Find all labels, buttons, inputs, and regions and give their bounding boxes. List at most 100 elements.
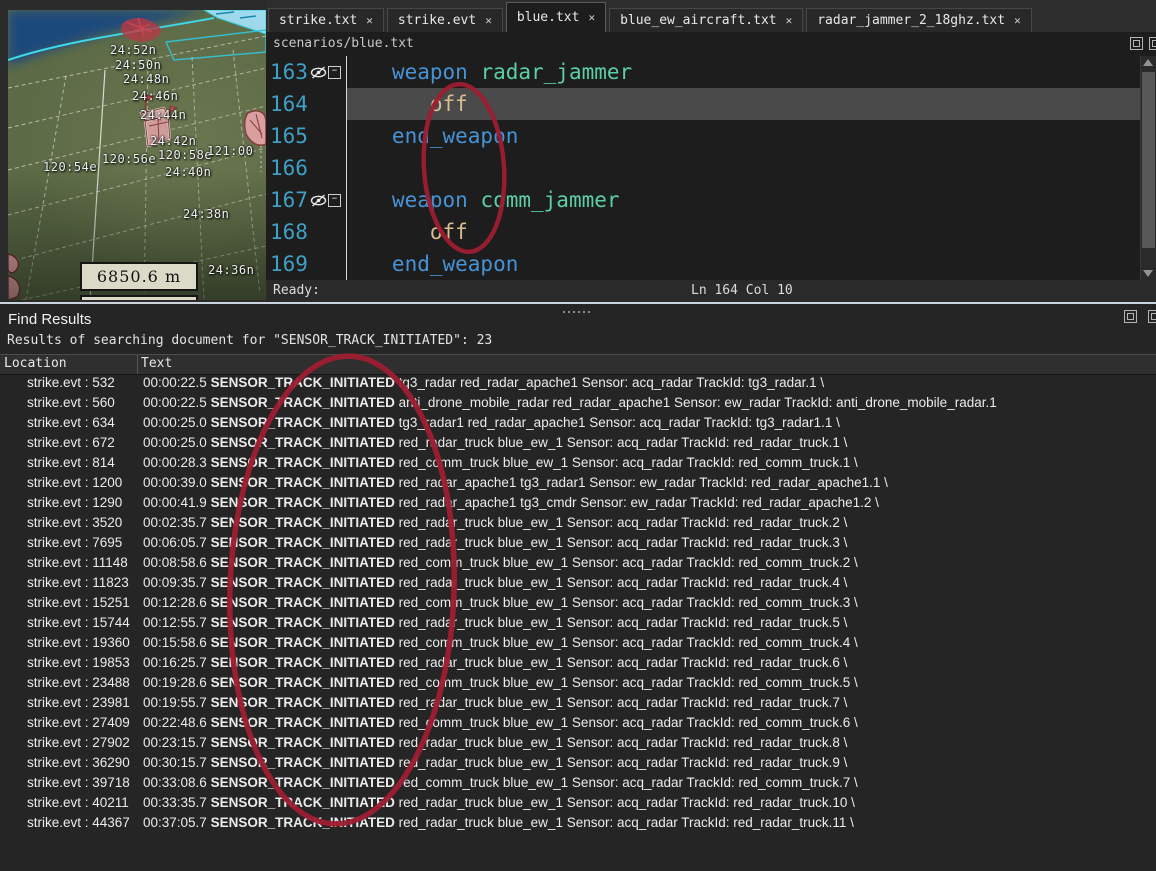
column-header-text[interactable]: Text [141, 355, 172, 373]
result-row[interactable]: strike.evt : 129000:00:41.9 SENSOR_TRACK… [0, 495, 1156, 515]
scrollbar-up-icon[interactable] [1143, 59, 1153, 66]
code-text: off [346, 216, 1140, 248]
result-row[interactable]: strike.evt : 63400:00:25.0 SENSOR_TRACK_… [0, 415, 1156, 435]
editor-scrollbar[interactable] [1140, 56, 1156, 280]
result-row[interactable]: strike.evt : 1985300:16:25.7 SENSOR_TRAC… [0, 655, 1156, 675]
tab-label: strike.evt [398, 13, 476, 28]
result-text: 00:08:58.6 SENSOR_TRACK_INITIATED red_co… [137, 555, 1156, 575]
find-results-panel: Find Results Results of searching docume… [0, 304, 1156, 871]
column-header-location[interactable]: Location [4, 355, 67, 373]
editor-pane: strike.txt✕strike.evt✕blue.txt✕blue_ew_a… [266, 0, 1156, 302]
result-location: strike.evt : 39718 [0, 775, 137, 795]
code-line-163[interactable]: 163− weapon radar_jammer [266, 56, 1156, 88]
result-text: 00:00:22.5 SENSOR_TRACK_INITIATED tg3_ra… [137, 375, 1156, 395]
eye-slash-icon[interactable] [310, 194, 327, 207]
code-text: end_weapon [346, 248, 1140, 280]
tab-blue-txt[interactable]: blue.txt✕ [506, 2, 606, 32]
result-row[interactable]: strike.evt : 67200:00:25.0 SENSOR_TRACK_… [0, 435, 1156, 455]
grid-label: 120:54e [43, 160, 97, 174]
close-icon[interactable] [1148, 310, 1156, 323]
result-row[interactable]: strike.evt : 2398100:19:55.7 SENSOR_TRAC… [0, 695, 1156, 715]
result-row[interactable]: strike.evt : 81400:00:28.3 SENSOR_TRACK_… [0, 455, 1156, 475]
tab-close-icon[interactable]: ✕ [366, 14, 373, 27]
result-location: strike.evt : 23488 [0, 675, 137, 695]
result-row[interactable]: strike.evt : 4021100:33:35.7 SENSOR_TRAC… [0, 795, 1156, 815]
result-text: 00:00:41.9 SENSOR_TRACK_INITIATED red_ra… [137, 495, 1156, 515]
result-row[interactable]: strike.evt : 1574400:12:55.7 SENSOR_TRAC… [0, 615, 1156, 635]
line-number: 165 [266, 124, 308, 148]
line-number: 164 [266, 92, 308, 116]
map-3d-view[interactable]: 24:52n24:50n24:48n24:46n24:44n24:42n24:4… [8, 10, 266, 300]
tab-close-icon[interactable]: ✕ [786, 14, 793, 27]
result-text: 00:00:25.0 SENSOR_TRACK_INITIATED red_ra… [137, 435, 1156, 455]
code-line-166[interactable]: 166 [266, 152, 1156, 184]
grid-label: 24:36n [208, 263, 254, 277]
close-icon[interactable] [1149, 37, 1156, 50]
result-text: 00:33:08.6 SENSOR_TRACK_INITIATED red_co… [137, 775, 1156, 795]
result-location: strike.evt : 814 [0, 455, 137, 475]
find-results-summary: Results of searching document for "SENSO… [7, 333, 492, 348]
result-row[interactable]: strike.evt : 352000:02:35.7 SENSOR_TRACK… [0, 515, 1156, 535]
result-location: strike.evt : 27409 [0, 715, 137, 735]
tab-close-icon[interactable]: ✕ [588, 11, 595, 24]
result-location: strike.evt : 1200 [0, 475, 137, 495]
result-row[interactable]: strike.evt : 1525100:12:28.6 SENSOR_TRAC… [0, 595, 1156, 615]
result-location: strike.evt : 532 [0, 375, 137, 395]
result-location: strike.evt : 3520 [0, 515, 137, 535]
grid-label: 24:42n [150, 134, 196, 148]
undock-icon[interactable] [1130, 37, 1143, 50]
tab-radar-jammer-2-18ghz-txt[interactable]: radar_jammer_2_18ghz.txt✕ [806, 8, 1031, 32]
result-row[interactable]: strike.evt : 1936000:15:58.6 SENSOR_TRAC… [0, 635, 1156, 655]
code-line-165[interactable]: 165 end_weapon [266, 120, 1156, 152]
result-row[interactable]: strike.evt : 4436700:37:05.7 SENSOR_TRAC… [0, 815, 1156, 835]
grid-label: 24:44n [140, 108, 186, 122]
result-row[interactable]: strike.evt : 3971800:33:08.6 SENSOR_TRAC… [0, 775, 1156, 795]
scrollbar-down-icon[interactable] [1143, 270, 1153, 277]
editor-tabs: strike.txt✕strike.evt✕blue.txt✕blue_ew_a… [266, 0, 1156, 32]
result-text: 00:37:05.7 SENSOR_TRACK_INITIATED red_ra… [137, 815, 1156, 835]
fold-collapse-icon[interactable]: − [328, 194, 341, 207]
result-row[interactable]: strike.evt : 1114800:08:58.6 SENSOR_TRAC… [0, 555, 1156, 575]
map-scale-box: 6850.6 m [80, 262, 198, 291]
code-line-167[interactable]: 167− weapon comm_jammer [266, 184, 1156, 216]
grid-label: 24:46n [132, 89, 178, 103]
result-row[interactable]: strike.evt : 769500:06:05.7 SENSOR_TRACK… [0, 535, 1156, 555]
breadcrumb: scenarios/blue.txt [273, 36, 414, 51]
grid-label: 24:38n [183, 207, 229, 221]
breadcrumb-bar: scenarios/blue.txt [266, 32, 1156, 56]
tab-strike-txt[interactable]: strike.txt ✕ [268, 8, 384, 32]
tab-label: strike.txt [279, 13, 357, 28]
undock-icon[interactable] [1124, 310, 1137, 323]
result-row[interactable]: strike.evt : 1182300:09:35.7 SENSOR_TRAC… [0, 575, 1156, 595]
result-text: 00:23:15.7 SENSOR_TRACK_INITIATED red_ra… [137, 735, 1156, 755]
code-line-164[interactable]: 164 off [266, 88, 1156, 120]
result-row[interactable]: strike.evt : 120000:00:39.0 SENSOR_TRACK… [0, 475, 1156, 495]
result-row[interactable]: strike.evt : 2348800:19:28.6 SENSOR_TRAC… [0, 675, 1156, 695]
result-row[interactable]: strike.evt : 2740900:22:48.6 SENSOR_TRAC… [0, 715, 1156, 735]
drag-handle[interactable] [563, 311, 593, 313]
code-editor[interactable]: 163− weapon radar_jammer164 off165 end_w… [266, 56, 1156, 280]
line-number: 163 [266, 60, 308, 84]
tab-blue-ew-aircraft-txt[interactable]: blue_ew_aircraft.txt✕ [609, 8, 803, 32]
line-number: 167 [266, 188, 308, 212]
fold-collapse-icon[interactable]: − [328, 66, 341, 79]
line-number: 169 [266, 252, 308, 276]
result-row[interactable]: strike.evt : 2790200:23:15.7 SENSOR_TRAC… [0, 735, 1156, 755]
vertical-splitter-handle[interactable] [260, 146, 262, 172]
result-row[interactable]: strike.evt : 3629000:30:15.7 SENSOR_TRAC… [0, 755, 1156, 775]
eye-slash-icon[interactable] [310, 66, 327, 79]
result-location: strike.evt : 11823 [0, 575, 137, 595]
scrollbar-thumb[interactable] [1142, 72, 1155, 248]
code-line-168[interactable]: 168 off [266, 216, 1156, 248]
result-row[interactable]: strike.evt : 56000:00:22.5 SENSOR_TRACK_… [0, 395, 1156, 415]
tab-close-icon[interactable]: ✕ [485, 14, 492, 27]
map-scale-box-partial [80, 295, 198, 300]
result-text: 00:19:55.7 SENSOR_TRACK_INITIATED red_ra… [137, 695, 1156, 715]
result-location: strike.evt : 36290 [0, 755, 137, 775]
code-line-169[interactable]: 169 end_weapon [266, 248, 1156, 280]
tab-close-icon[interactable]: ✕ [1014, 14, 1021, 27]
result-row[interactable]: strike.evt : 53200:00:22.5 SENSOR_TRACK_… [0, 375, 1156, 395]
tab-strike-evt[interactable]: strike.evt ✕ [387, 8, 503, 32]
line-number: 166 [266, 156, 308, 180]
result-location: strike.evt : 7695 [0, 535, 137, 555]
